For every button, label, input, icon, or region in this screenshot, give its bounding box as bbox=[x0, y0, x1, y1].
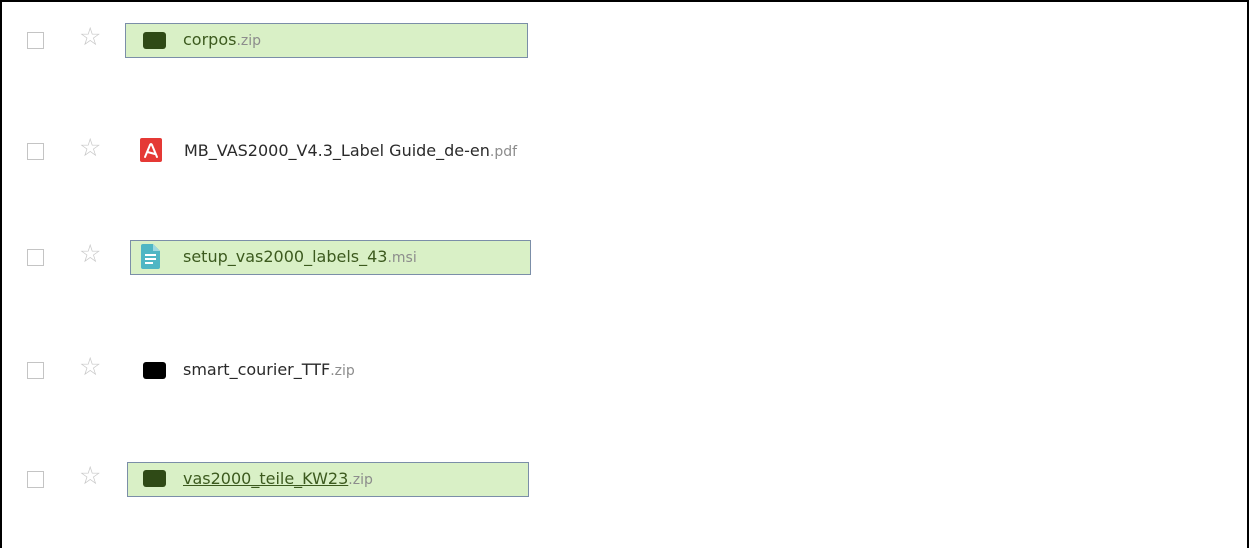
star-icon[interactable]: ☆ bbox=[79, 461, 101, 491]
row-checkbox[interactable] bbox=[27, 249, 44, 266]
zip-icon bbox=[143, 470, 166, 487]
zip-icon bbox=[143, 32, 166, 49]
zip-icon bbox=[143, 362, 166, 379]
file-name-link[interactable]: MB_VAS2000_V4.3_Label Guide_de-en.pdf bbox=[184, 141, 517, 162]
file-base-name: corpos bbox=[183, 30, 237, 49]
file-row[interactable]: ☆ vas2000_teile_KW23.zip bbox=[2, 461, 1247, 501]
file-name-link[interactable]: setup_vas2000_labels_43.msi bbox=[183, 247, 417, 268]
document-icon bbox=[141, 244, 160, 269]
file-name-link[interactable]: corpos.zip bbox=[183, 30, 261, 51]
file-extension: .zip bbox=[348, 472, 373, 488]
pdf-icon bbox=[140, 138, 162, 162]
star-icon[interactable]: ☆ bbox=[79, 22, 101, 52]
file-base-name: MB_VAS2000_V4.3_Label Guide_de-en bbox=[184, 141, 490, 160]
file-extension: .pdf bbox=[489, 144, 518, 160]
row-checkbox[interactable] bbox=[27, 362, 44, 379]
file-base-name: vas2000_teile_KW23 bbox=[183, 469, 349, 488]
file-extension: .msi bbox=[387, 250, 417, 266]
file-row[interactable]: ☆ setup_vas2000_labels_43.msi bbox=[2, 239, 1247, 279]
file-row[interactable]: ☆ corpos.zip bbox=[2, 22, 1247, 62]
file-base-name: setup_vas2000_labels_43 bbox=[183, 247, 388, 266]
file-row[interactable]: ☆ MB_VAS2000_V4.3_Label Guide_de-en.pdf bbox=[2, 133, 1247, 173]
row-checkbox[interactable] bbox=[27, 32, 44, 49]
file-name-link[interactable]: vas2000_teile_KW23.zip bbox=[183, 469, 373, 490]
star-icon[interactable]: ☆ bbox=[79, 352, 101, 382]
file-extension: .zip bbox=[236, 33, 262, 49]
row-checkbox[interactable] bbox=[27, 471, 44, 488]
star-icon[interactable]: ☆ bbox=[79, 133, 101, 163]
file-extension: .zip bbox=[330, 363, 355, 379]
row-checkbox[interactable] bbox=[27, 143, 44, 160]
star-icon[interactable]: ☆ bbox=[79, 239, 101, 269]
file-row[interactable]: ☆ smart_courier_TTF.zip bbox=[2, 352, 1247, 392]
file-base-name: smart_courier_TTF bbox=[183, 360, 331, 379]
file-name-link[interactable]: smart_courier_TTF.zip bbox=[183, 360, 355, 381]
